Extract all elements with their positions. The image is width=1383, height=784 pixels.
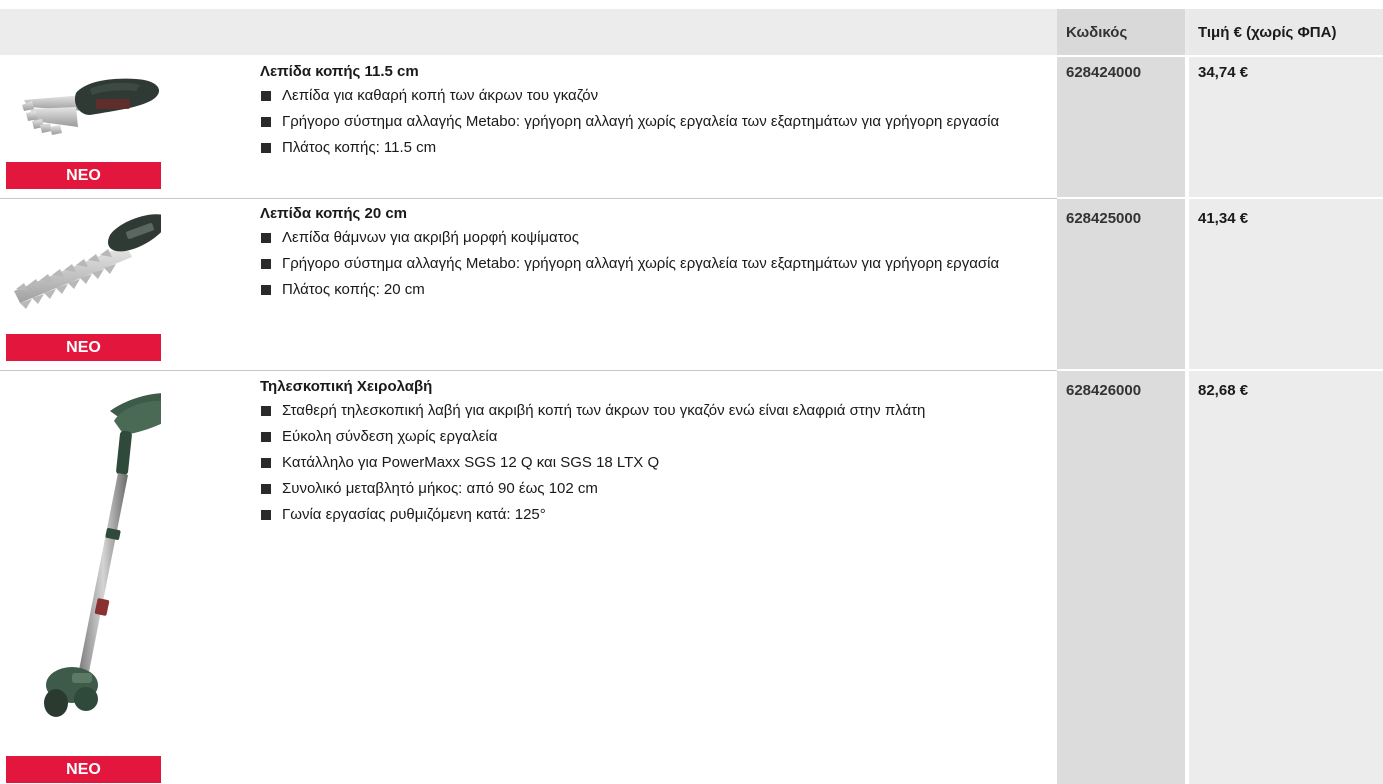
- bullet-text: Πλάτος κοπής: 11.5 cm: [282, 139, 437, 156]
- product-description: Λεπίδα κοπής 20 cm Λεπίδα θάμνων για ακρ…: [260, 205, 1050, 301]
- bullet-square-icon: [261, 91, 271, 101]
- product-title: Λεπίδα κοπής 20 cm: [260, 205, 408, 222]
- list-item: Λεπίδα για καθαρή κοπή των άκρων του γκα…: [260, 85, 1050, 107]
- list-item: Σταθερή τηλεσκοπική λαβή για ακριβή κοπή…: [260, 400, 1050, 422]
- bullet-square-icon: [261, 233, 271, 243]
- list-item: Εύκολη σύνδεση χωρίς εργαλεία: [260, 426, 1050, 448]
- code-column-header: Κωδικός: [1057, 9, 1185, 55]
- list-item: Κατάλληλο για PowerMaxx SGS 12 Q και SGS…: [260, 452, 1050, 474]
- new-badge: NEO: [6, 334, 161, 361]
- bullet-square-icon: [261, 117, 271, 127]
- bullet-text: Πλάτος κοπής: 20 cm: [282, 281, 425, 298]
- bullet-square-icon: [261, 143, 271, 153]
- price-column-header: Τιμή € (χωρίς ΦΠΑ): [1189, 9, 1383, 55]
- list-item: Γρήγορο σύστημα αλλαγής Metabo: γρήγορη …: [260, 111, 1050, 133]
- new-badge: NEO: [6, 756, 161, 783]
- bullet-square-icon: [261, 285, 271, 295]
- row-divider-line: [0, 198, 1057, 199]
- long-hedge-blade-icon: [6, 205, 168, 315]
- code-column: [1057, 57, 1185, 784]
- telescopic-handle-icon: [6, 377, 180, 727]
- product-price: 82,68 €: [1198, 382, 1249, 399]
- bullet-square-icon: [261, 484, 271, 494]
- bullet-square-icon: [261, 432, 271, 442]
- bullet-square-icon: [261, 458, 271, 468]
- product-description: Τηλεσκοπική Χειρολαβή Σταθερή τηλεσκοπικ…: [260, 378, 1050, 526]
- bullet-text: Γρήγορο σύστημα αλλαγής Metabo: γρήγορη …: [282, 255, 1000, 272]
- product-code: 628425000: [1066, 210, 1142, 227]
- list-item: Γωνία εργασίας ρυθμιζόμενη κατά: 125°: [260, 504, 1050, 526]
- bullet-text: Κατάλληλο για PowerMaxx SGS 12 Q και SGS…: [282, 454, 660, 471]
- product-price: 41,34 €: [1198, 210, 1249, 227]
- list-item: Πλάτος κοπής: 20 cm: [260, 279, 1050, 301]
- list-item: Γρήγορο σύστημα αλλαγής Metabo: γρήγορη …: [260, 253, 1050, 275]
- list-item: Πλάτος κοπής: 11.5 cm: [260, 137, 1050, 159]
- list-item: Λεπίδα θάμνων για ακριβή μορφή κοψίματος: [260, 227, 1050, 249]
- bullet-text: Λεπίδα για καθαρή κοπή των άκρων του γκα…: [282, 87, 599, 104]
- product-description: Λεπίδα κοπής 11.5 cm Λεπίδα για καθαρή κ…: [260, 63, 1050, 159]
- bullet-text: Σταθερή τηλεσκοπική λαβή για ακριβή κοπή…: [282, 402, 926, 419]
- product-title: Λεπίδα κοπής 11.5 cm: [260, 63, 419, 80]
- row-divider-line: [0, 370, 1057, 371]
- bullet-square-icon: [261, 406, 271, 416]
- product-code: 628424000: [1066, 64, 1142, 81]
- bullet-square-icon: [261, 510, 271, 520]
- bullet-text: Γωνία εργασίας ρυθμιζόμενη κατά: 125°: [282, 506, 546, 523]
- bullet-text: Γρήγορο σύστημα αλλαγής Metabo: γρήγορη …: [282, 113, 1000, 130]
- list-item: Συνολικό μεταβλητό μήκος: από 90 έως 102…: [260, 478, 1050, 500]
- product-price: 34,74 €: [1198, 64, 1249, 81]
- short-shear-blade-icon: [6, 65, 161, 155]
- new-badge: NEO: [6, 162, 161, 189]
- bullet-text: Εύκολη σύνδεση χωρίς εργαλεία: [282, 428, 498, 445]
- product-code: 628426000: [1066, 382, 1142, 399]
- bullet-text: Λεπίδα θάμνων για ακριβή μορφή κοψίματος: [282, 229, 579, 246]
- bullet-square-icon: [261, 259, 271, 269]
- bullet-text: Συνολικό μεταβλητό μήκος: από 90 έως 102…: [282, 480, 598, 497]
- price-column: [1189, 57, 1383, 784]
- product-title: Τηλεσκοπική Χειρολαβή: [260, 378, 433, 395]
